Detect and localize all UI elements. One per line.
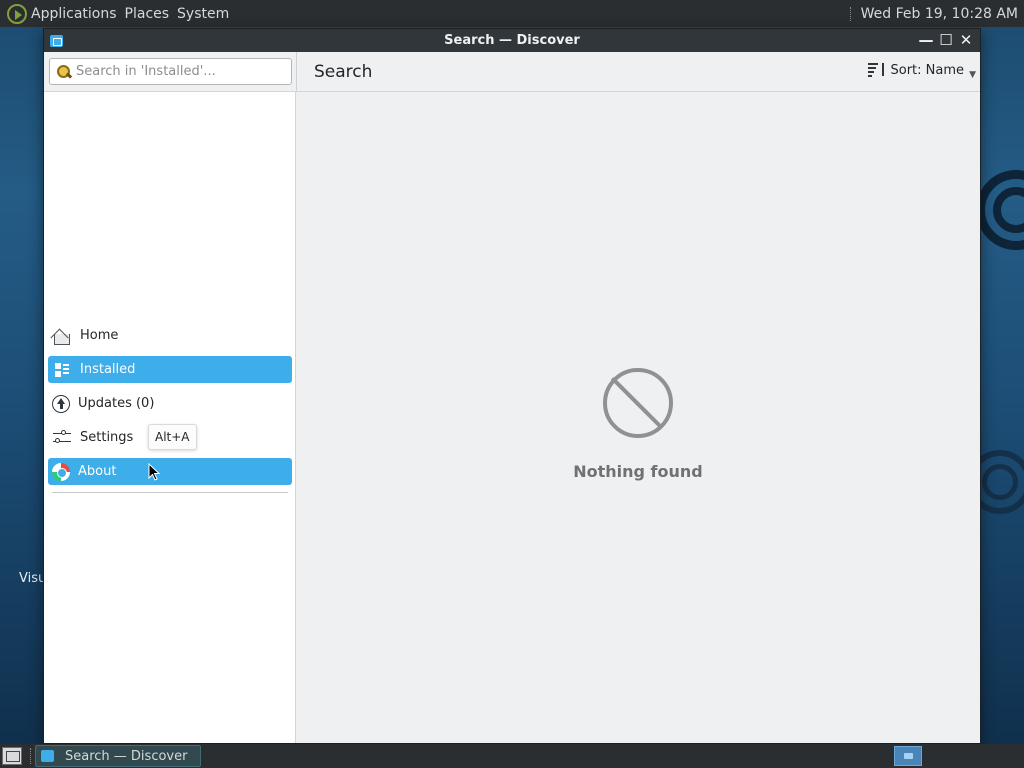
sidebar-item-label: Home — [80, 328, 119, 343]
menu-applications[interactable]: Applications — [31, 6, 117, 22]
window-title: Search — Discover — [444, 33, 580, 48]
sidebar-item-home[interactable]: Home — [48, 322, 292, 349]
workspace-switcher[interactable] — [894, 746, 922, 766]
discover-taskbar-icon — [41, 750, 54, 762]
top-panel: Applications Places System Wed Feb 19, 1… — [0, 0, 1024, 27]
search-icon — [56, 64, 72, 80]
no-results-icon — [603, 368, 673, 438]
search-field[interactable] — [49, 58, 292, 85]
toolbar: Search Sort: Name ▼ — [44, 52, 980, 92]
updates-icon — [52, 394, 70, 413]
sidebar-item-label: Installed — [80, 362, 136, 377]
sort-label: Sort: Name — [890, 62, 964, 78]
sidebar: Home Installed Updates (0) Settings Abou… — [44, 92, 296, 743]
taskbar-grip — [30, 748, 33, 764]
show-desktop-icon[interactable] — [2, 747, 22, 765]
settings-icon — [52, 428, 72, 448]
main-content: Nothing found — [297, 92, 980, 743]
desktop-wallpaper-logo — [976, 170, 1024, 250]
sidebar-item-label: Settings — [80, 430, 134, 445]
discover-window: Search — Discover — ☐ ✕ Search Sort: Nam… — [43, 28, 981, 744]
installed-icon — [52, 360, 72, 380]
empty-message: Nothing found — [573, 462, 703, 481]
home-icon — [52, 326, 72, 346]
about-icon — [52, 462, 70, 481]
minimize-button[interactable]: — — [918, 31, 934, 49]
sort-button[interactable]: Sort: Name ▼ — [868, 62, 976, 80]
menu-system[interactable]: System — [177, 6, 229, 22]
sidebar-item-installed[interactable]: Installed — [48, 356, 292, 383]
bottom-taskbar: Search — Discover — [0, 744, 1024, 768]
toolbar-divider — [296, 52, 297, 92]
window-titlebar[interactable]: Search — Discover — ☐ ✕ — [44, 29, 980, 52]
sidebar-divider — [52, 492, 288, 493]
menu-places[interactable]: Places — [125, 6, 170, 22]
taskbar-window-button[interactable]: Search — Discover — [35, 745, 201, 767]
sidebar-item-label: Updates (0) — [78, 396, 155, 411]
panel-grip — [849, 6, 853, 21]
chevron-down-icon: ▼ — [969, 70, 976, 80]
clock[interactable]: Wed Feb 19, 10:28 AM — [861, 6, 1018, 22]
search-input[interactable] — [76, 64, 286, 79]
maximize-button[interactable]: ☐ — [938, 31, 954, 49]
sidebar-item-updates[interactable]: Updates (0) — [48, 390, 292, 417]
page-title: Search — [314, 62, 373, 82]
sidebar-item-about[interactable]: About — [48, 458, 292, 485]
distro-logo-icon[interactable] — [7, 3, 27, 24]
taskbar-window-label: Search — Discover — [65, 748, 188, 764]
shortcut-tooltip: Alt+A — [148, 424, 197, 450]
discover-app-icon[interactable] — [50, 35, 63, 47]
sort-icon — [868, 62, 885, 78]
close-button[interactable]: ✕ — [958, 31, 974, 49]
sidebar-item-label: About — [78, 464, 117, 479]
